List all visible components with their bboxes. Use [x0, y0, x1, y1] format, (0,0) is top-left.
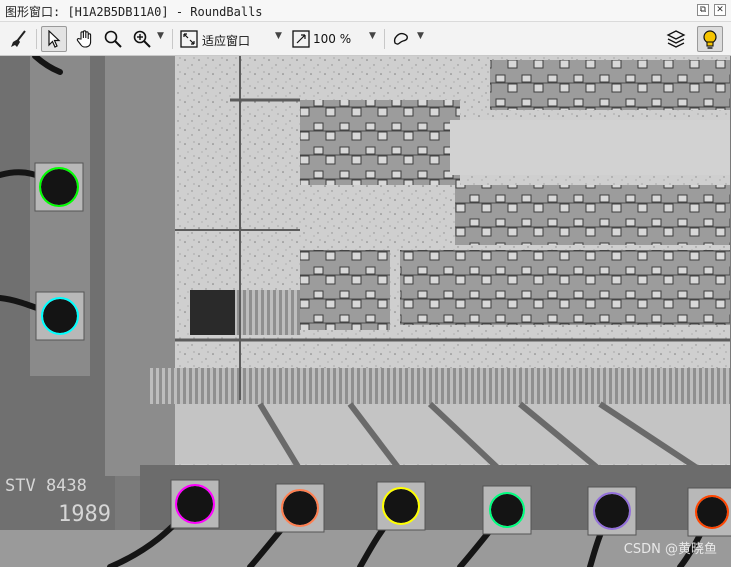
window-title-bar: 图形窗口: [H1A2B5DB11A0] - RoundBalls ⧉ ✕	[0, 0, 731, 22]
chip-marking-top: STV 8438	[5, 476, 87, 496]
feedback-bulb-button[interactable]	[697, 26, 723, 52]
window-title: 图形窗口: [H1A2B5DB11A0] - RoundBalls	[5, 5, 263, 19]
fit-window-button[interactable]	[176, 26, 202, 52]
zoom-mode-select[interactable]: 适应窗口	[202, 32, 250, 49]
close-button[interactable]: ✕	[714, 4, 726, 16]
zoom-percent-icon	[292, 30, 310, 48]
restore-button[interactable]: ⧉	[697, 4, 709, 16]
region-shape-button[interactable]	[389, 26, 415, 52]
magnifier-tool-button[interactable]	[100, 26, 126, 52]
zoom-in-dropdown-arrow[interactable]: ▼	[157, 31, 164, 41]
magnifier-icon	[104, 30, 122, 48]
graphics-window-canvas[interactable]: STV 8438 1989 CSDN @黄晓鱼	[0, 56, 731, 567]
hand-pan-icon	[76, 30, 92, 48]
toolbar: ▼ 适应窗口 ▼ 100 % ▼ ▼	[0, 22, 731, 56]
solder-ball	[177, 486, 213, 522]
pointer-tool-button[interactable]	[41, 26, 67, 52]
layers-button[interactable]	[663, 26, 689, 52]
region-shape-icon	[393, 32, 408, 45]
watermark: CSDN @黄晓鱼	[623, 542, 717, 557]
solder-ball	[384, 489, 418, 523]
clear-brush-icon	[11, 30, 26, 47]
zoom-in-icon	[133, 30, 151, 48]
zoom-percent-dropdown-arrow[interactable]: ▼	[369, 31, 376, 41]
toolbar-separator	[36, 29, 37, 49]
zoom-percent-button[interactable]	[288, 26, 314, 52]
solder-ball	[283, 491, 317, 525]
pan-tool-button[interactable]	[72, 26, 98, 52]
chip-marking-bottom: 1989	[58, 502, 111, 527]
solder-ball	[697, 497, 727, 527]
solder-ball	[41, 169, 77, 205]
clear-brush-button[interactable]	[6, 26, 32, 52]
bulb-icon	[703, 30, 717, 49]
pointer-icon	[48, 30, 61, 48]
region-shape-dropdown-arrow[interactable]: ▼	[417, 31, 424, 41]
chip-image	[0, 56, 731, 567]
toolbar-separator	[172, 29, 173, 49]
zoom-percent-select[interactable]: 100 %	[313, 32, 351, 46]
layers-icon	[666, 30, 686, 48]
zoom-in-tool-button[interactable]	[129, 26, 155, 52]
solder-ball	[43, 299, 77, 333]
zoom-mode-dropdown-arrow[interactable]: ▼	[275, 31, 282, 41]
solder-ball	[491, 494, 523, 526]
solder-ball	[595, 494, 629, 528]
toolbar-separator	[384, 29, 385, 49]
fit-window-icon	[180, 30, 198, 48]
